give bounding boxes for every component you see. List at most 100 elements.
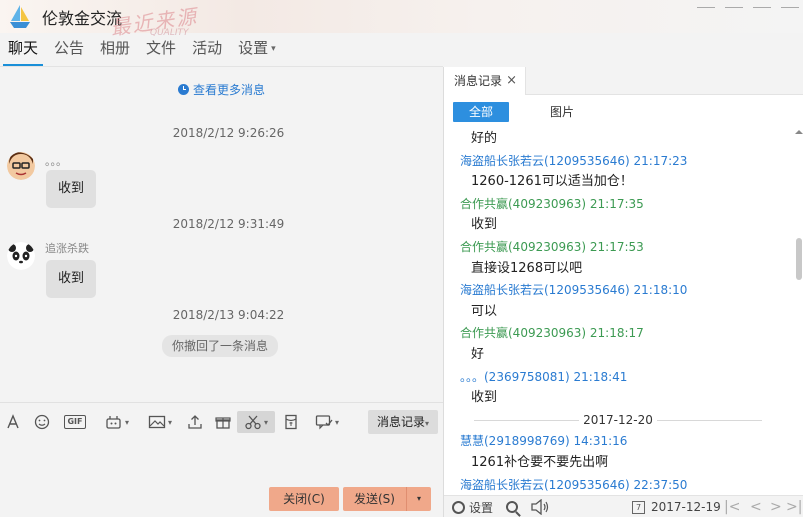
font-button[interactable] [4, 411, 22, 433]
upload-file-button[interactable] [186, 411, 204, 433]
scroll-up-icon[interactable] [795, 130, 803, 134]
history-sender-line[interactable]: 海盗船长张若云(1209535646) 21:17:23 [444, 150, 792, 172]
red-packet-icon [285, 414, 297, 430]
magic-expression-icon [106, 416, 121, 429]
menu-button[interactable] [697, 0, 715, 8]
date-picker[interactable]: 7 2017-12-19 [632, 498, 721, 516]
first-page-icon: |< [724, 499, 741, 515]
scrollbar-thumb[interactable] [796, 238, 802, 280]
magic-expression-button[interactable]: ▾ [100, 411, 134, 433]
history-last-page-button[interactable]: >| [786, 498, 802, 516]
history-first-page-button[interactable]: |< [724, 498, 740, 516]
title-bar: 伦敦金交流 最近来源 QUALITY [0, 0, 803, 40]
tab-chat[interactable]: 聊天 [0, 33, 46, 67]
image-button[interactable]: ▾ [144, 411, 176, 433]
message-timestamp: 2018/2/12 9:31:49 [172, 217, 285, 231]
history-sender-line[interactable]: 海盗船长张若云(1209535646) 21:18:10 [444, 279, 792, 301]
tab-announcement[interactable]: 公告 [46, 33, 92, 67]
history-sender-line[interactable]: 。。。(2369758081) 21:18:41 [444, 366, 792, 388]
history-message-text[interactable]: 1260-1261可以适当加仓！ [444, 171, 792, 193]
history-list[interactable]: 好的 海盗船长张若云(1209535646) 21:17:23 1260-1261可… [444, 128, 792, 491]
history-sender-line[interactable]: 合作共赢(409230963) 21:17:35 [444, 193, 792, 215]
maximize-button[interactable] [753, 0, 771, 8]
next-page-icon: > [770, 499, 782, 515]
sender-name: 追涨杀跌 [45, 242, 89, 255]
gear-icon [452, 500, 465, 514]
more-tools-button[interactable]: ▾ [310, 411, 344, 433]
history-settings-button[interactable]: 设置 [452, 498, 493, 516]
history-sender-line[interactable]: 海盗船长张若云(1209535646) 22:37:50 [444, 474, 792, 491]
font-icon [7, 414, 19, 429]
close-window-button[interactable] [781, 0, 799, 8]
tab-files[interactable]: 文件 [138, 33, 184, 67]
chevron-down-icon: ▾ [271, 43, 276, 54]
history-prev-page-button[interactable]: < [750, 498, 762, 516]
group-tabs: 聊天 公告 相册 文件 活动 设置 ▾ [0, 33, 284, 67]
message-history-button[interactable]: 消息记录▾ [368, 410, 438, 434]
history-panel: 消息记录 × 全部 图片 好的 海盗船长张若云(1209535646) 21:17… [443, 67, 803, 517]
panda-avatar-icon [7, 242, 35, 270]
message-timestamp: 2018/2/12 9:26:26 [172, 126, 285, 140]
history-sender-line[interactable]: 慧慧(2918998769) 14:31:16 [444, 430, 792, 452]
message-bubble[interactable]: 收到 [46, 170, 97, 208]
history-message-text[interactable]: 收到 [444, 214, 792, 236]
tab-album[interactable]: 相册 [92, 33, 138, 67]
history-footer: 设置 7 2017-12-19 |< < > >| [444, 495, 803, 517]
tab-settings[interactable]: 设置 ▾ [230, 33, 284, 67]
recall-notice: 你撤回了一条消息 [162, 335, 279, 357]
clock-icon [177, 84, 189, 95]
send-options-dropdown[interactable]: ▾ [407, 487, 431, 511]
prev-page-icon: < [750, 499, 762, 515]
scrollbar[interactable] [794, 128, 803, 491]
gif-icon: GIF [64, 415, 86, 429]
red-packet-button[interactable] [282, 411, 300, 433]
history-message-text[interactable]: 好 [444, 344, 792, 366]
send-button-label[interactable]: 发送(S) [343, 487, 407, 511]
message-timestamp: 2018/2/13 9:04:22 [172, 308, 285, 322]
chat-area[interactable]: 查看更多消息 2018/2/12 9:26:26 。。。 收到 2018/2/1… [0, 67, 443, 402]
view-more-messages-link[interactable]: 查看更多消息 [0, 81, 443, 98]
app-logo-icon [10, 5, 30, 28]
gif-button[interactable]: GIF [62, 411, 88, 433]
history-message-text[interactable]: 好的 [444, 128, 792, 150]
send-button[interactable]: 发送(S) ▾ [343, 487, 431, 511]
close-button[interactable]: 关闭(C) [269, 487, 339, 511]
speaker-icon [531, 499, 549, 515]
tab-activities[interactable]: 活动 [184, 33, 230, 67]
history-date-divider: 2017-12-20 [444, 409, 792, 431]
tab-message-history[interactable]: 消息记录 × [444, 67, 526, 95]
history-sender-line[interactable]: 合作共赢(409230963) 21:18:17 [444, 322, 792, 344]
gift-button[interactable] [214, 411, 232, 433]
sender-name: 。。。 [45, 155, 67, 168]
chat-more-icon [315, 415, 333, 430]
input-toolbar: GIF ▾ ▾ ▾ ▾ 消息记录▾ [0, 402, 443, 440]
user-avatar-icon [7, 152, 35, 180]
avatar[interactable] [7, 152, 35, 180]
history-voice-button[interactable] [530, 498, 550, 516]
upload-icon [188, 415, 202, 429]
avatar[interactable] [7, 242, 35, 270]
message-input[interactable]: 关闭(C) 发送(S) ▾ [0, 440, 443, 517]
close-icon[interactable]: × [506, 67, 517, 95]
history-message-text[interactable]: 直接设1268可以吧 [444, 258, 792, 280]
history-message-text[interactable]: 1261补仓要不要先出啊 [444, 452, 792, 474]
history-search-button[interactable] [506, 498, 518, 516]
emoji-button[interactable] [32, 411, 52, 433]
emoji-icon [34, 414, 50, 430]
scissors-icon [245, 415, 261, 430]
gift-icon [215, 417, 231, 429]
history-message-text[interactable]: 可以 [444, 301, 792, 323]
history-panel-header: 消息记录 × [444, 67, 803, 95]
history-message-text[interactable]: 收到 [444, 387, 792, 409]
filter-all-button[interactable]: 全部 [453, 102, 509, 122]
image-icon [148, 415, 166, 429]
history-next-page-button[interactable]: > [770, 498, 782, 516]
search-icon [506, 501, 518, 513]
message-bubble[interactable]: 收到 [46, 260, 97, 298]
minimize-button[interactable] [725, 0, 743, 8]
history-sender-line[interactable]: 合作共赢(409230963) 21:17:53 [444, 236, 792, 258]
calendar-icon: 7 [632, 500, 645, 514]
last-page-icon: >| [786, 499, 803, 515]
screenshot-button[interactable]: ▾ [237, 411, 275, 433]
filter-images-button[interactable]: 图片 [534, 102, 590, 122]
